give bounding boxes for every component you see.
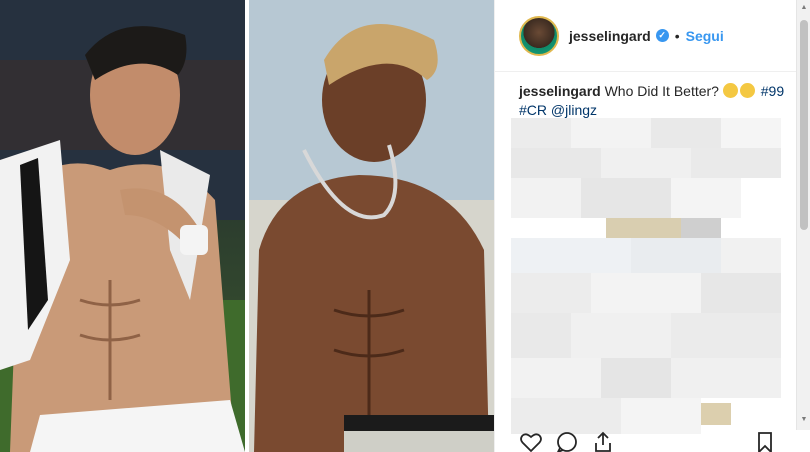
- like-button[interactable]: [519, 430, 545, 452]
- post-media[interactable]: [0, 0, 494, 452]
- scrollbar-thumb[interactable]: [800, 20, 808, 230]
- avatar[interactable]: [519, 15, 559, 56]
- caption-username[interactable]: jesselingard: [519, 83, 601, 99]
- comment-icon: [556, 432, 577, 452]
- caption-text: Who Did It Better?: [604, 83, 719, 99]
- scroll-down-arrow-icon[interactable]: ▼: [800, 416, 808, 424]
- post-actions-bar: [495, 430, 810, 452]
- bookmark-icon: [758, 432, 772, 452]
- heart-icon: [520, 433, 542, 452]
- share-icon: [595, 431, 611, 452]
- comments-list-obscured: [511, 118, 791, 434]
- caption-hashtags-mentions[interactable]: #CR @jlingz: [519, 102, 597, 118]
- left-photo: [0, 0, 245, 452]
- author-username[interactable]: jesselingard: [569, 28, 651, 44]
- verified-badge-icon: ✓: [655, 29, 669, 42]
- comments-scrollbar[interactable]: ▲ ▼: [796, 0, 810, 430]
- instagram-post: jesselingard ✓ • Segui jesselingard Who …: [0, 0, 810, 452]
- share-button[interactable]: [591, 430, 617, 452]
- laughing-emoji-icon: [739, 83, 755, 98]
- post-caption: jesselingard Who Did It Better? #99 #CR …: [519, 82, 789, 120]
- post-header: jesselingard ✓ • Segui: [495, 0, 810, 72]
- scroll-up-arrow-icon[interactable]: ▲: [800, 4, 808, 12]
- separator-dot: •: [674, 27, 680, 44]
- post-sidebar: jesselingard ✓ • Segui jesselingard Who …: [494, 0, 810, 452]
- right-photo: [249, 0, 494, 452]
- follow-button[interactable]: Segui: [686, 28, 724, 44]
- laughing-emoji-icon: [722, 83, 738, 98]
- save-button[interactable]: [753, 430, 779, 452]
- caption-hashtag[interactable]: #99: [761, 83, 784, 99]
- comment-button[interactable]: [555, 430, 581, 452]
